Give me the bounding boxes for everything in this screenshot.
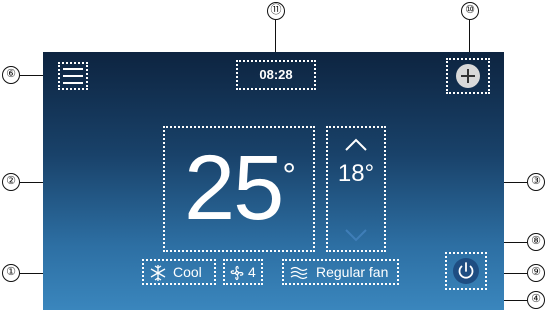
chevron-down-icon[interactable]	[328, 222, 384, 248]
menu-button[interactable]	[58, 62, 88, 90]
clock: 08:28	[236, 60, 316, 90]
set-temperature-display: 25°	[163, 126, 315, 252]
callout-6: ⑥	[2, 66, 20, 84]
set-temperature-value: 25	[184, 137, 284, 239]
mode-label: Cool	[173, 264, 202, 280]
add-icon	[456, 64, 480, 88]
callout-3: ③	[527, 173, 545, 191]
fan-speed-button[interactable]: 4	[223, 259, 263, 285]
thermostat-screen: 08:28 25° 18° Cool 4 Regular fan	[43, 52, 504, 310]
outside-temperature-unit: °	[364, 160, 375, 187]
callout-2: ②	[2, 173, 20, 191]
fan-speed-value: 4	[248, 264, 256, 280]
callout-4: ④	[527, 291, 545, 309]
snowflake-icon	[150, 265, 166, 281]
callout-1: ①	[2, 264, 20, 282]
set-temperature-unit: °	[282, 157, 296, 195]
fan-mode-button[interactable]: Regular fan	[282, 259, 399, 285]
callout-8: ⑧	[527, 233, 545, 251]
power-button[interactable]	[445, 252, 487, 290]
mode-button[interactable]: Cool	[142, 259, 216, 285]
power-icon	[453, 258, 479, 284]
menu-icon	[63, 68, 83, 84]
wind-icon	[290, 266, 308, 280]
outside-temperature-value: 18	[337, 160, 365, 187]
add-button[interactable]	[446, 58, 490, 94]
temperature-adjuster: 18°	[326, 126, 386, 252]
callout-11: ⑪	[267, 2, 285, 20]
callout-10: ⑩	[461, 2, 479, 20]
fan-mode-label: Regular fan	[316, 264, 389, 280]
fan-icon	[230, 265, 244, 281]
chevron-up-icon[interactable]	[328, 132, 384, 158]
callout-9: ⑨	[527, 264, 545, 282]
